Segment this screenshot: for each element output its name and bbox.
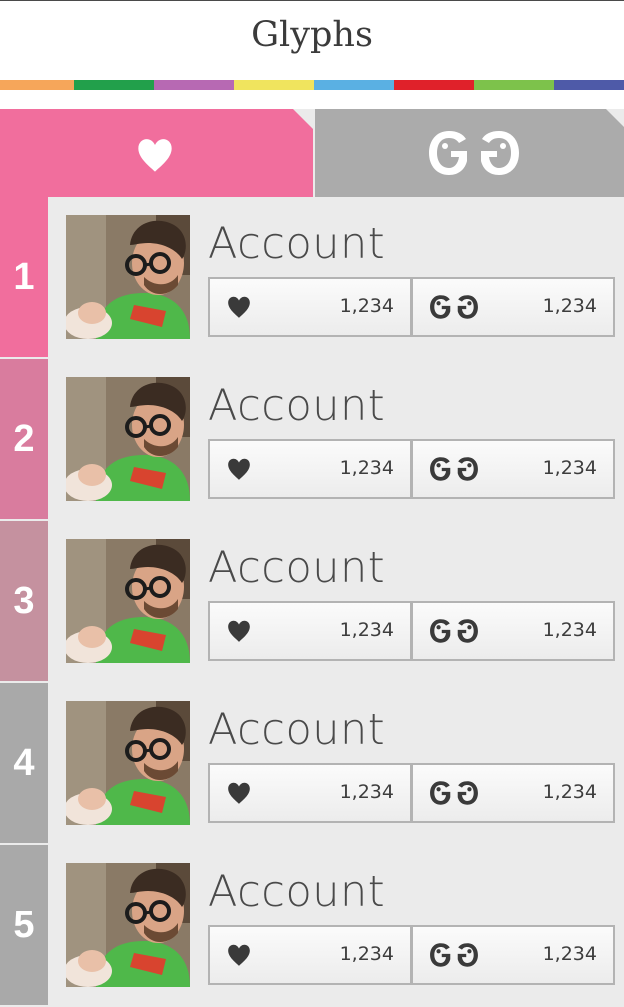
leaderboard-list: 1 Account 1,234 1,234 2 Account 1,234 1,… bbox=[0, 197, 624, 1007]
likes-count: 1,234 bbox=[339, 295, 394, 317]
likes-stat[interactable]: 1,234 bbox=[208, 763, 412, 823]
account-name[interactable]: Account bbox=[208, 383, 385, 429]
glyphs-stat[interactable]: 1,234 bbox=[411, 601, 615, 661]
glyphs-logo-icon bbox=[429, 131, 519, 175]
likes-stat[interactable]: 1,234 bbox=[208, 277, 412, 337]
heart-icon bbox=[228, 782, 250, 804]
avatar[interactable] bbox=[66, 863, 190, 987]
glyphs-stat[interactable]: 1,234 bbox=[411, 439, 615, 499]
leaderboard-row[interactable]: 1 Account 1,234 1,234 bbox=[0, 197, 624, 357]
rank-number: 1 bbox=[0, 197, 48, 357]
glyphs-count: 1,234 bbox=[542, 295, 597, 317]
app-title: Glyphs bbox=[251, 15, 373, 55]
likes-count: 1,234 bbox=[339, 457, 394, 479]
heart-icon bbox=[138, 139, 172, 172]
rank-number: 3 bbox=[0, 521, 48, 681]
leaderboard-row[interactable]: 5 Account 1,234 1,234 bbox=[0, 845, 624, 1005]
app-header: Glyphs bbox=[0, 0, 624, 80]
glyphs-count: 1,234 bbox=[542, 619, 597, 641]
color-stripe bbox=[0, 80, 624, 90]
rank-number: 2 bbox=[0, 359, 48, 519]
avatar[interactable] bbox=[66, 215, 190, 339]
likes-stat[interactable]: 1,234 bbox=[208, 601, 412, 661]
account-name[interactable]: Account bbox=[208, 869, 385, 915]
heart-icon bbox=[228, 458, 250, 480]
glyphs-count: 1,234 bbox=[542, 781, 597, 803]
likes-count: 1,234 bbox=[339, 781, 394, 803]
likes-stat[interactable]: 1,234 bbox=[208, 439, 412, 499]
avatar[interactable] bbox=[66, 539, 190, 663]
heart-icon bbox=[228, 296, 250, 318]
glyphs-logo-icon bbox=[430, 619, 478, 643]
account-name[interactable]: Account bbox=[208, 545, 385, 591]
leaderboard-row[interactable]: 4 Account 1,234 1,234 bbox=[0, 683, 624, 843]
glyphs-count: 1,234 bbox=[542, 943, 597, 965]
glyphs-logo-icon bbox=[430, 457, 478, 481]
rank-number: 5 bbox=[0, 845, 48, 1005]
avatar[interactable] bbox=[66, 701, 190, 825]
glyphs-logo-icon bbox=[430, 943, 478, 967]
avatar[interactable] bbox=[66, 377, 190, 501]
glyphs-stat[interactable]: 1,234 bbox=[411, 277, 615, 337]
account-name[interactable]: Account bbox=[208, 707, 385, 753]
glyphs-count: 1,234 bbox=[542, 457, 597, 479]
tab-glyphs[interactable] bbox=[315, 109, 624, 197]
likes-stat[interactable]: 1,234 bbox=[208, 925, 412, 985]
glyphs-stat[interactable]: 1,234 bbox=[411, 763, 615, 823]
heart-icon bbox=[228, 944, 250, 966]
heart-icon bbox=[228, 620, 250, 642]
leaderboard-row[interactable]: 3 Account 1,234 1,234 bbox=[0, 521, 624, 681]
glyphs-logo-icon bbox=[430, 781, 478, 805]
glyphs-stat[interactable]: 1,234 bbox=[411, 925, 615, 985]
likes-count: 1,234 bbox=[339, 619, 394, 641]
rank-number: 4 bbox=[0, 683, 48, 843]
tab-hearts[interactable] bbox=[0, 109, 313, 197]
leaderboard-row[interactable]: 2 Account 1,234 1,234 bbox=[0, 359, 624, 519]
glyphs-logo-icon bbox=[430, 295, 478, 319]
likes-count: 1,234 bbox=[339, 943, 394, 965]
account-name[interactable]: Account bbox=[208, 221, 385, 267]
